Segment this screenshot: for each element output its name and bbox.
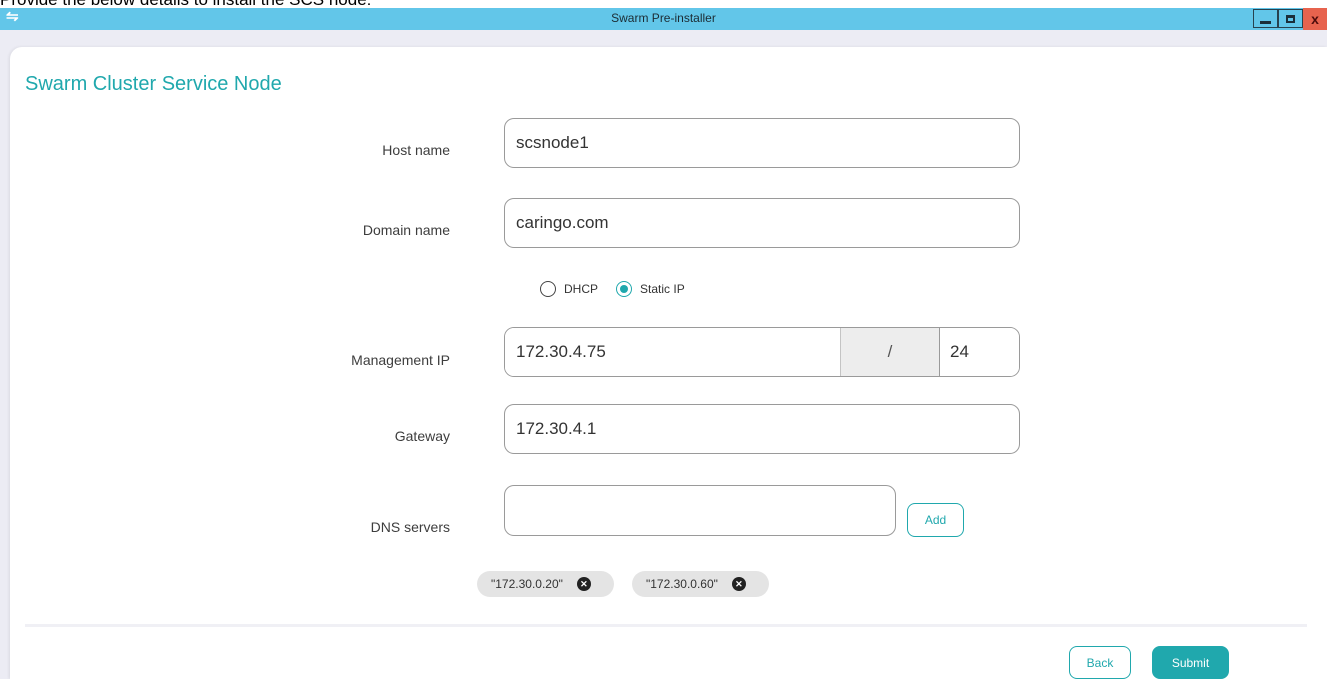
dns-chip-label: "172.30.0.20"	[491, 577, 563, 591]
selected-dot-icon	[620, 285, 629, 293]
dns-servers-label: DNS servers	[370, 519, 450, 535]
minimize-button[interactable]	[1253, 9, 1278, 28]
restore-icon	[1286, 14, 1295, 23]
static-ip-radio-option[interactable]: Static IP	[616, 281, 685, 297]
dhcp-radio[interactable]	[540, 281, 556, 297]
dns-chip: "172.30.0.20" ✕	[477, 571, 614, 597]
cidr-separator: /	[840, 328, 940, 376]
submit-button[interactable]: Submit	[1152, 646, 1229, 679]
page-title: Swarm Cluster Service Node	[25, 73, 282, 95]
domain-name-input[interactable]	[504, 198, 1020, 248]
minimize-icon	[1260, 20, 1271, 24]
dhcp-radio-option[interactable]: DHCP	[540, 281, 598, 297]
host-name-input[interactable]	[504, 118, 1020, 168]
footer-divider	[25, 624, 1307, 627]
instruction-caption: Provide the below details to install the…	[0, 0, 371, 9]
remove-chip-icon[interactable]: ✕	[576, 577, 591, 591]
management-ip-label: Management IP	[351, 352, 450, 368]
remove-chip-icon[interactable]: ✕	[731, 577, 746, 591]
domain-name-label: Domain name	[362, 222, 450, 238]
gateway-label: Gateway	[394, 428, 450, 444]
dns-server-input[interactable]	[504, 485, 896, 536]
dns-chip-label: "172.30.0.60"	[646, 577, 718, 591]
add-dns-button[interactable]: Add	[907, 503, 964, 537]
static-ip-label: Static IP	[640, 282, 685, 296]
window-title: Swarm Pre-installer	[611, 11, 716, 25]
ip-mode-radio-group: DHCP Static IP	[540, 281, 703, 297]
static-ip-radio[interactable]	[616, 281, 633, 297]
close-icon: x	[1311, 11, 1319, 27]
dns-chip: "172.30.0.60" ✕	[632, 571, 769, 597]
close-button[interactable]: x	[1303, 8, 1327, 30]
dhcp-label: DHCP	[564, 282, 599, 296]
host-name-label: Host name	[382, 142, 450, 158]
maximize-button[interactable]	[1278, 9, 1303, 28]
gateway-input[interactable]	[504, 404, 1020, 454]
window-controls: x	[1253, 8, 1327, 30]
management-ip-input[interactable]	[505, 328, 840, 376]
management-ip-group: /	[504, 327, 1020, 377]
cidr-prefix-input[interactable]	[940, 328, 1019, 376]
window-titlebar[interactable]: ⇋ Swarm Pre-installer x	[0, 8, 1327, 30]
back-button[interactable]: Back	[1069, 646, 1131, 679]
